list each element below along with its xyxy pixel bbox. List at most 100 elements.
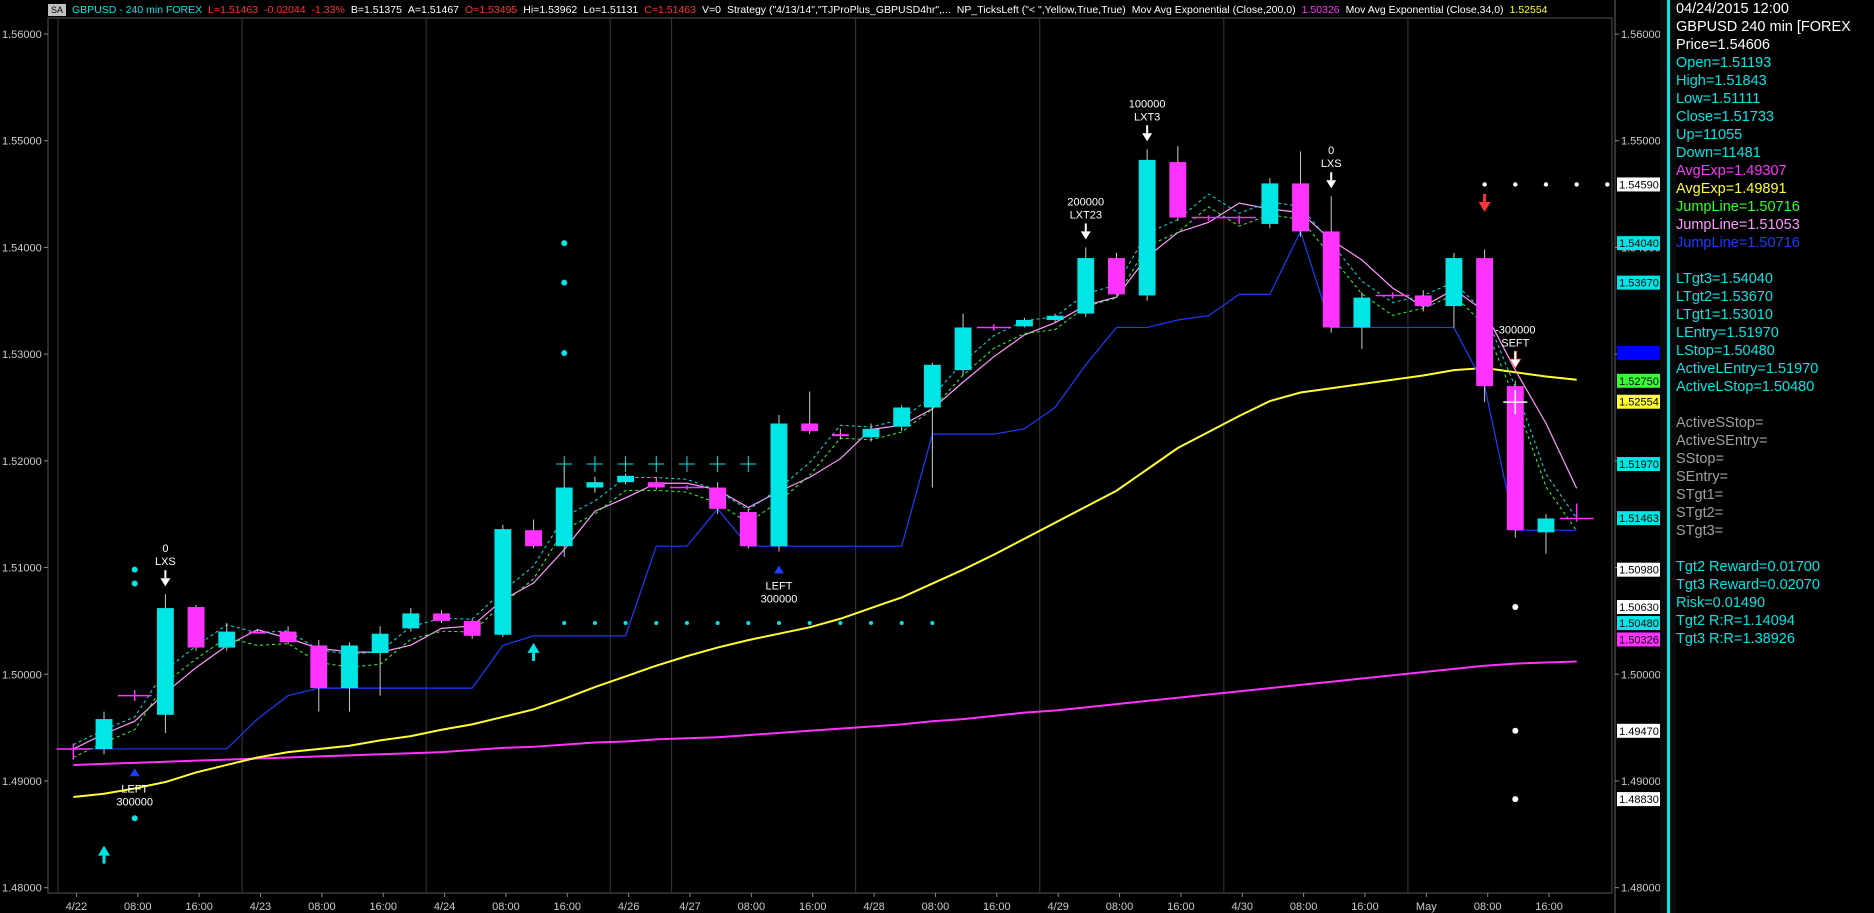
panel-divider-rail[interactable] xyxy=(1667,0,1670,913)
price-level-label: 1.49470 xyxy=(1619,726,1659,738)
candle-body xyxy=(95,719,113,749)
x-tick-label: 16:00 xyxy=(1535,901,1563,913)
trade-label-top: 200000 xyxy=(1067,196,1104,208)
trade-label-bottom: 300000 xyxy=(761,594,798,606)
chart-area[interactable]: 1.56000 1.56000 1.55000 1.55000 1.54000 1.540… xyxy=(0,0,1660,913)
candle-body xyxy=(187,607,205,648)
info-tgt3-rr: Tgt3 R:R=1.38926 xyxy=(1676,631,1795,647)
info-tgt3-reward: Tgt3 Reward=0.02070 xyxy=(1676,577,1820,593)
candle-body xyxy=(1322,231,1340,328)
x-tick-label: 16:00 xyxy=(1167,901,1195,913)
candle-body xyxy=(923,364,941,408)
info-ltgt3: LTgt3=1.54040 xyxy=(1676,271,1773,287)
candle-body xyxy=(371,633,389,653)
exit-arrow-stem xyxy=(1146,125,1149,134)
trade-label-top: -300000 xyxy=(1495,324,1535,336)
info-title: GBPUSD 240 min [FOREX xyxy=(1676,19,1851,35)
close-price: C=1.51463 xyxy=(644,4,696,16)
x-tick-label: 16:00 xyxy=(369,901,397,913)
candle-body xyxy=(310,645,328,689)
price-level-label: 1.52554 xyxy=(1619,397,1659,409)
trade-label-top: 100000 xyxy=(1129,98,1166,110)
x-tick-label: 16:00 xyxy=(185,901,213,913)
candle-body xyxy=(801,423,819,431)
exit-arrow-stem xyxy=(1084,223,1087,232)
info-stgt1: STgt1= xyxy=(1676,487,1724,503)
sa-badge[interactable]: SA xyxy=(48,4,67,16)
price-level-label: 1.50980 xyxy=(1619,565,1659,577)
y-tick-label-left: 1.54000 xyxy=(2,242,42,254)
short-target-dot xyxy=(1605,182,1610,187)
y-tick-label-right: 1.48000 xyxy=(1621,883,1660,895)
candle-body xyxy=(739,512,757,547)
ema34-value: 1.52554 xyxy=(1509,4,1548,16)
exit-arrow-icon xyxy=(1326,180,1337,189)
info-jumpline-1: JumpLine=1.50716 xyxy=(1676,199,1800,215)
price-level-label: 1.51463 xyxy=(1619,513,1659,525)
info-risk: Risk=0.01490 xyxy=(1676,595,1766,611)
sell-arrow-icon xyxy=(1478,201,1491,212)
info-low: Low=1.51111 xyxy=(1676,91,1761,107)
x-tick-label: 08:00 xyxy=(308,901,336,913)
ticks-indicator-label[interactable]: NP_TicksLeft ("< ",Yellow,True,True) xyxy=(957,4,1126,16)
lstop-dot xyxy=(654,621,659,626)
ema200-label[interactable]: Mov Avg Exponential (Close,200,0) xyxy=(1132,4,1296,16)
info-jumpline-3: JumpLine=1.50716 xyxy=(1676,235,1800,251)
change-percent: -1.33% xyxy=(311,4,345,16)
short-target-dot xyxy=(1482,182,1487,187)
price-level-label: 1.54040 xyxy=(1619,238,1659,250)
strategy-label[interactable]: Strategy ("4/13/14","TJProPlus_GBPUSD4hr… xyxy=(727,4,951,16)
panel-divider[interactable] xyxy=(1660,0,1676,913)
lstop-dot xyxy=(930,621,935,626)
candle-body xyxy=(1138,159,1156,296)
candle-body xyxy=(647,482,665,488)
bid-price: B=1.51375 xyxy=(350,4,402,16)
ema200-line xyxy=(73,660,1577,766)
x-tick-label: 08:00 xyxy=(1106,901,1134,913)
info-avgexp-200: AvgExp=1.49307 xyxy=(1676,163,1787,179)
info-active-sstop: ActiveSStop= xyxy=(1676,415,1764,431)
candle-body xyxy=(1077,258,1095,314)
price-chart[interactable]: 1.56000 1.56000 1.55000 1.55000 1.54000 1.540… xyxy=(0,0,1660,913)
symbol-label: GBPUSD - 240 min FOREX xyxy=(72,4,203,16)
candle-body xyxy=(1353,297,1371,328)
y-tick-label-left: 1.48000 xyxy=(2,883,42,895)
trade-label-bottom: 300000 xyxy=(116,796,153,808)
x-tick-label: 08:00 xyxy=(1474,901,1502,913)
price-level-label: 1.52750 xyxy=(1619,376,1659,388)
candle-body xyxy=(156,608,174,715)
x-tick-label: 4/30 xyxy=(1232,901,1253,913)
info-tgt2-rr: Tgt2 R:R=1.14094 xyxy=(1676,613,1795,629)
ema200-value: 1.50326 xyxy=(1301,4,1340,16)
candle-body xyxy=(525,530,542,547)
ema34-label[interactable]: Mov Avg Exponential (Close,34,0) xyxy=(1346,4,1504,16)
x-tick-label: May xyxy=(1416,901,1437,913)
buy-arrow-icon xyxy=(527,642,540,653)
trade-label-bottom: SEFT xyxy=(1501,337,1529,349)
exit-arrow-stem xyxy=(164,570,167,579)
buy-arrow-icon xyxy=(98,845,111,856)
trade-label-bottom: LXT23 xyxy=(1070,209,1102,221)
low-price: Lo=1.51131 xyxy=(583,4,639,16)
info-tgt2-reward: Tgt2 Reward=0.01700 xyxy=(1676,559,1820,575)
candle-body xyxy=(831,434,849,437)
trade-label-top: LEFT xyxy=(766,581,793,593)
lstop-dot xyxy=(746,621,751,626)
sell-arrow-stem xyxy=(1483,193,1487,202)
x-tick-label: 08:00 xyxy=(492,901,520,913)
y-tick-label-right: 1.50000 xyxy=(1621,669,1660,681)
trade-label-top: 0 xyxy=(1328,145,1334,157)
candle-body xyxy=(463,620,481,636)
candle-body xyxy=(433,613,450,621)
candle-body xyxy=(1445,258,1463,307)
y-tick-label-right: 1.55000 xyxy=(1621,136,1660,148)
lstop-dot xyxy=(715,621,720,626)
target-dot xyxy=(561,279,568,286)
y-tick-label-right: 1.49000 xyxy=(1621,776,1660,788)
trade-label-bottom: LXS xyxy=(1321,158,1342,170)
x-tick-label: 16:00 xyxy=(799,901,827,913)
info-close: Close=1.51733 xyxy=(1676,109,1774,125)
info-price: Price=1.54606 xyxy=(1676,37,1770,53)
entry-arrow-icon xyxy=(129,768,140,777)
info-datetime: 04/24/2015 12:00 xyxy=(1676,1,1789,17)
